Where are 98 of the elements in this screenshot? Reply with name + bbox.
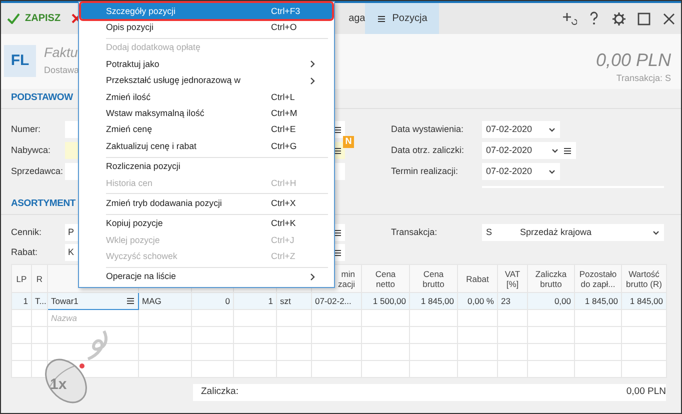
- document-subtitle: Dostawa: [44, 64, 80, 77]
- chevron-down-icon[interactable]: [551, 148, 559, 154]
- document-type-badge: FL: [4, 45, 36, 77]
- column-header[interactable]: Cena netto: [362, 264, 410, 292]
- new-badge: N: [343, 136, 354, 148]
- shortcut-label: Ctrl+M: [271, 106, 298, 120]
- table-cell: 0,00: [528, 292, 574, 310]
- add-icon[interactable]: [560, 10, 576, 26]
- select-field[interactable]: S Sprzedaż krajowa: [482, 224, 664, 241]
- table-cell: szt: [276, 292, 312, 310]
- column-header[interactable]: Pozostało do zapł...: [574, 264, 622, 292]
- table-cell: 07-02-2...: [312, 292, 362, 310]
- table-cell: 1 845,00: [622, 292, 666, 310]
- shortcut-label: Ctrl+H: [271, 176, 298, 190]
- field-label: Rabat:: [10, 246, 39, 259]
- menu-item[interactable]: Potraktuj jako: [81, 56, 332, 73]
- table-cell: 1 845,00: [574, 292, 622, 310]
- document-title: Faktu: [44, 44, 79, 62]
- menu-item[interactable]: Wstaw maksymalną ilość Ctrl+M: [81, 105, 332, 122]
- chevron-down-icon[interactable]: [548, 168, 556, 174]
- list-icon[interactable]: [126, 297, 135, 305]
- maximize-icon[interactable]: [636, 10, 652, 26]
- input-field[interactable]: Towar1: [48, 292, 138, 310]
- table-cell: 1 500,00: [362, 292, 410, 310]
- shortcut-label: Ctrl+Z: [271, 250, 296, 264]
- table-cell: MAG: [138, 292, 192, 310]
- list-icon[interactable]: [333, 146, 342, 154]
- menu-item[interactable]: Opis pozycji Ctrl+O: [81, 19, 332, 36]
- section-heading: ASORTYMENT: [11, 197, 76, 212]
- shortcut-label: Ctrl+L: [271, 90, 296, 104]
- list-icon[interactable]: [333, 248, 342, 256]
- shortcut-label: Ctrl+J: [271, 234, 296, 247]
- shortcut-label: Ctrl+F3: [271, 4, 302, 18]
- field-label: Sprzedawca:: [10, 164, 64, 178]
- toolbar-tab[interactable]: Pozycja: [365, 3, 440, 34]
- list-icon[interactable]: [563, 146, 572, 154]
- field-value: K: [68, 246, 74, 259]
- field-value: 07-02-2020: [486, 164, 534, 178]
- field-value: Sprzedaż krajowa: [520, 226, 593, 239]
- field-label: Data otrz. zaliczki:: [391, 144, 466, 157]
- field-label: Data wystawienia:: [391, 122, 465, 136]
- table-cell: 0,00 %: [458, 292, 498, 310]
- field-value: P: [68, 226, 74, 239]
- settings-icon[interactable]: [610, 10, 626, 26]
- date-field[interactable]: 07-02-2020: [482, 121, 560, 138]
- menu-item[interactable]: Zmień tryb dodawania pozycji Ctrl+X: [81, 195, 332, 212]
- field-label: Termin realizacji:: [391, 164, 460, 178]
- section-heading: PODSTAWOW: [11, 91, 73, 106]
- field-value: Towar1: [51, 294, 78, 308]
- chevron-right-icon: [310, 273, 315, 282]
- table-cell: 23: [498, 292, 528, 310]
- column-header[interactable]: Wartość brutto (R): [622, 264, 666, 292]
- field-label: Nabywca:: [10, 144, 52, 157]
- list-icon[interactable]: [333, 228, 342, 236]
- shortcut-label: Ctrl+G: [271, 140, 298, 153]
- field-label: Transakcja:: [391, 226, 438, 239]
- document-total: 0,00 PLN: [596, 49, 671, 72]
- table-cell: 1: [12, 292, 32, 310]
- field-value: 07-02-2020: [486, 122, 534, 136]
- list-icon[interactable]: [333, 126, 342, 134]
- shortcut-label: Ctrl+E: [271, 123, 297, 136]
- shortcut-label: Ctrl+X: [271, 196, 297, 210]
- chevron-down-icon[interactable]: [652, 230, 660, 236]
- field-label: Cennik:: [10, 226, 43, 239]
- table-cell: 1 845,00: [410, 292, 458, 310]
- menu-icon: [377, 14, 386, 22]
- column-header[interactable]: Cena brutto: [410, 264, 458, 292]
- field-value: 07-02-2020: [486, 144, 534, 157]
- check-icon: [7, 13, 20, 24]
- table-cell: 1: [234, 292, 276, 310]
- column-header[interactable]: VAT [%]: [498, 264, 528, 292]
- field-label: Numer:: [10, 122, 42, 136]
- toolbar-tab[interactable]: aga: [348, 11, 366, 26]
- date-field[interactable]: 07-02-2020: [482, 142, 576, 159]
- date-field[interactable]: 07-02-2020: [482, 163, 560, 180]
- menu-item[interactable]: Przekształć usługę jednorazową w: [81, 72, 332, 89]
- save-button[interactable]: ZAPISZ: [1, 11, 67, 26]
- summary-label: Zaliczka:: [201, 385, 238, 400]
- menu-item[interactable]: Zaktualizuj cenę i rabat Ctrl+G: [81, 138, 332, 155]
- column-header[interactable]: Rabat: [458, 264, 498, 292]
- column-header[interactable]: R: [32, 264, 48, 292]
- chevron-down-icon[interactable]: [548, 126, 556, 132]
- summary-value: 0,00 PLN: [626, 385, 666, 400]
- table-cell: 0: [192, 292, 234, 310]
- menu-item[interactable]: Kopiuj pozycje Ctrl+K: [81, 216, 332, 232]
- menu-item[interactable]: Szczegóły pozycji Ctrl+F3: [81, 3, 332, 20]
- column-header[interactable]: Zaliczka brutto: [528, 264, 574, 292]
- shortcut-label: Ctrl+O: [271, 20, 298, 34]
- menu-item[interactable]: Rozliczenia pozycji: [81, 158, 332, 175]
- column-header[interactable]: LP: [12, 264, 32, 292]
- field-value: S: [486, 226, 492, 239]
- close-icon[interactable]: [660, 10, 676, 26]
- placeholder-text: Nazwa: [51, 312, 77, 323]
- shortcut-label: Ctrl+K: [271, 217, 297, 230]
- menu-item[interactable]: Zmień ilość Ctrl+L: [81, 88, 332, 106]
- transaction-label: Transakcja: S: [615, 72, 671, 85]
- click-count-label: 1x: [50, 376, 67, 393]
- menu-item[interactable]: Zmień cenę Ctrl+E: [81, 122, 332, 138]
